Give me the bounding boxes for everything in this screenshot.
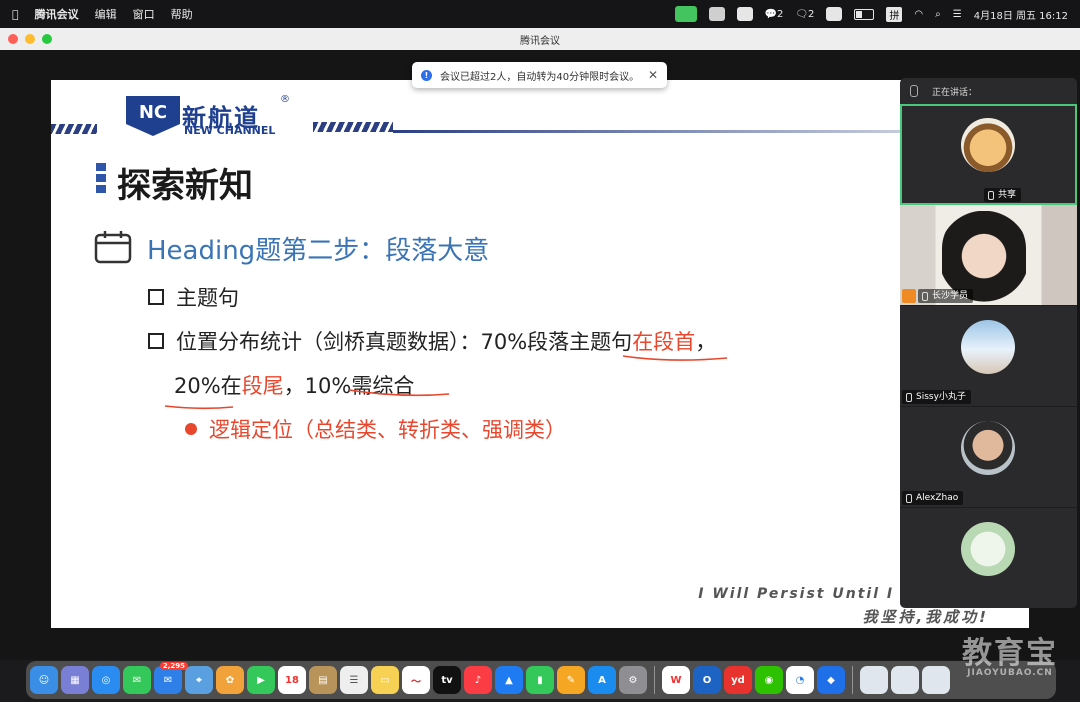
- participant-name: 长沙学员: [918, 289, 974, 303]
- pages-icon[interactable]: ✎: [557, 666, 585, 694]
- calendar-icon: [94, 231, 132, 264]
- meeting-window: 腾讯会议 NC 新航道 NEW CHANNEL ® 探索新知 Heading题第…: [0, 28, 1080, 660]
- participant-tile-alexzhao[interactable]: AlexZhao: [900, 407, 1077, 508]
- menu-bar:  腾讯会议 编辑 窗口 帮助 💬2 🗨2 拼 ◠ ⌕ ☰ 4月18日 周五 1…: [0, 0, 1080, 28]
- bullet-topic-sentence: 主题句: [148, 282, 239, 312]
- wifi-icon[interactable]: ◠: [914, 9, 923, 20]
- numbers-icon[interactable]: ▮: [526, 666, 554, 694]
- participant-tile-changsha[interactable]: 长沙学员: [900, 205, 1077, 306]
- decor-line: [393, 130, 913, 133]
- reminders-icon[interactable]: ☰: [340, 666, 368, 694]
- motto-chinese: 我坚持,我成功!: [862, 608, 989, 626]
- avatar: [961, 522, 1015, 576]
- dock-separator: [852, 666, 853, 694]
- bullet-position-stats-cont: 20%在 段尾 ，10%需综合: [174, 374, 415, 398]
- youdao-icon[interactable]: yd: [724, 666, 752, 694]
- safari-icon[interactable]: ◎: [92, 666, 120, 694]
- participant-name: AlexZhao: [902, 491, 964, 505]
- app-tray-icon[interactable]: [708, 7, 725, 21]
- dock: ☺ ▦ ◎ ✉ ✉ 2,295 ⌖ ✿ ▶ 18 ▤ ☰ ▭ 〜 tv ♪ ▲ ▮…: [26, 661, 1056, 699]
- freeform-icon[interactable]: 〜: [402, 666, 430, 694]
- lark-icon[interactable]: ◆: [817, 666, 845, 694]
- menu-edit[interactable]: 编辑: [95, 6, 117, 22]
- control-center-icon[interactable]: ☰: [953, 9, 962, 20]
- bullet-logic-locate: 逻辑定位（总结类、转折类、强调类）: [185, 414, 566, 444]
- dock-separator: [654, 666, 655, 694]
- music-icon[interactable]: ♪: [464, 666, 492, 694]
- square-bullet-icon: [148, 333, 164, 349]
- mic-icon: [910, 85, 918, 97]
- info-icon: !: [421, 69, 432, 81]
- participant-panel: 正在讲话： 共享 长沙学员 Sissy小丸子 AlexZhao: [900, 78, 1077, 608]
- shared-screen-stage: NC 新航道 NEW CHANNEL ® 探索新知 Heading题第二步：段落…: [0, 50, 1080, 660]
- apple-icon[interactable]: : [12, 8, 19, 21]
- close-icon[interactable]: ✕: [648, 68, 658, 82]
- datetime[interactable]: 4月18日 周五 16:12: [974, 7, 1068, 22]
- avatar: [961, 118, 1015, 172]
- youdao-tray-icon[interactable]: [826, 7, 843, 21]
- logo-text-en: NEW CHANNEL: [184, 124, 276, 137]
- calendar-icon[interactable]: 18: [278, 666, 306, 694]
- toast-message: 会议已超过2人，自动转为40分钟限时会议。: [440, 71, 640, 83]
- chat-tray-a[interactable]: 💬2: [765, 9, 784, 20]
- outlook-icon[interactable]: O: [693, 666, 721, 694]
- window-thumbnail-icon[interactable]: [891, 666, 919, 694]
- wechat-tray[interactable]: 🗨2: [795, 9, 814, 20]
- logo-registered: ®: [280, 94, 290, 105]
- camera-status-icon[interactable]: [674, 6, 697, 22]
- window-thumbnail-icon[interactable]: [922, 666, 950, 694]
- participant-name: Sissy小丸子: [902, 390, 971, 404]
- maps-icon[interactable]: ⌖: [185, 666, 213, 694]
- wps-icon[interactable]: W: [662, 666, 690, 694]
- wechat-icon[interactable]: ◉: [755, 666, 783, 694]
- menu-app-name[interactable]: 腾讯会议: [35, 6, 79, 22]
- slide-heading: Heading题第二步：段落大意: [147, 236, 490, 266]
- title-marker: [96, 163, 106, 199]
- notes-icon[interactable]: ▭: [371, 666, 399, 694]
- speaking-indicator: 正在讲话：: [900, 78, 1077, 104]
- facetime-icon[interactable]: ▶: [247, 666, 275, 694]
- decor-stripe: [51, 124, 97, 134]
- avatar: [961, 320, 1015, 374]
- participant-name: 共享: [983, 188, 1021, 202]
- menu-window[interactable]: 窗口: [133, 6, 155, 22]
- app-store-icon[interactable]: A: [588, 666, 616, 694]
- apple-tv-icon[interactable]: tv: [433, 666, 461, 694]
- input-method[interactable]: 拼: [886, 6, 903, 22]
- avatar: [961, 421, 1015, 475]
- meeting-limit-toast: ! 会议已超过2人，自动转为40分钟限时会议。 ✕: [412, 62, 667, 88]
- slide-title: 探索新知: [117, 166, 253, 206]
- window-titlebar: 腾讯会议: [0, 28, 1080, 51]
- window-title: 腾讯会议: [520, 36, 560, 47]
- mail-icon[interactable]: ✉ 2,295: [154, 662, 188, 694]
- presentation-slide: NC 新航道 NEW CHANNEL ® 探索新知 Heading题第二步：段落…: [51, 80, 1029, 628]
- search-icon[interactable]: ⌕: [935, 9, 941, 20]
- photos-icon[interactable]: ✿: [216, 666, 244, 694]
- participant-tile-sissy[interactable]: Sissy小丸子: [900, 306, 1077, 407]
- menu-help[interactable]: 帮助: [171, 6, 193, 22]
- site-watermark: 教育宝 JIAOYUBAO.CN: [962, 636, 1058, 678]
- settings-icon[interactable]: ⚙: [619, 666, 647, 694]
- participant-tile-sharer[interactable]: 共享: [900, 104, 1077, 205]
- messages-icon[interactable]: ✉: [123, 666, 151, 694]
- finder-icon[interactable]: ☺: [30, 666, 58, 694]
- battery-icon[interactable]: [854, 8, 875, 20]
- bullet-position-stats: 位置分布统计（剑桥真题数据）：70%段落主题句 在段首，: [148, 326, 716, 356]
- wps-tray-icon[interactable]: [736, 7, 753, 21]
- participant-tile-5[interactable]: [900, 508, 1077, 608]
- decor-stripe: [313, 122, 393, 132]
- logo-badge: NC: [126, 96, 180, 136]
- tencent-meeting-icon[interactable]: ◔: [786, 666, 814, 694]
- window-thumbnail-icon[interactable]: [860, 666, 888, 694]
- keynote-icon[interactable]: ▲: [495, 666, 523, 694]
- dot-bullet-icon: [185, 423, 197, 435]
- notes-app-icon[interactable]: ▤: [309, 666, 337, 694]
- launchpad-icon[interactable]: ▦: [61, 666, 89, 694]
- host-badge-icon: [902, 289, 916, 303]
- square-bullet-icon: [148, 289, 164, 305]
